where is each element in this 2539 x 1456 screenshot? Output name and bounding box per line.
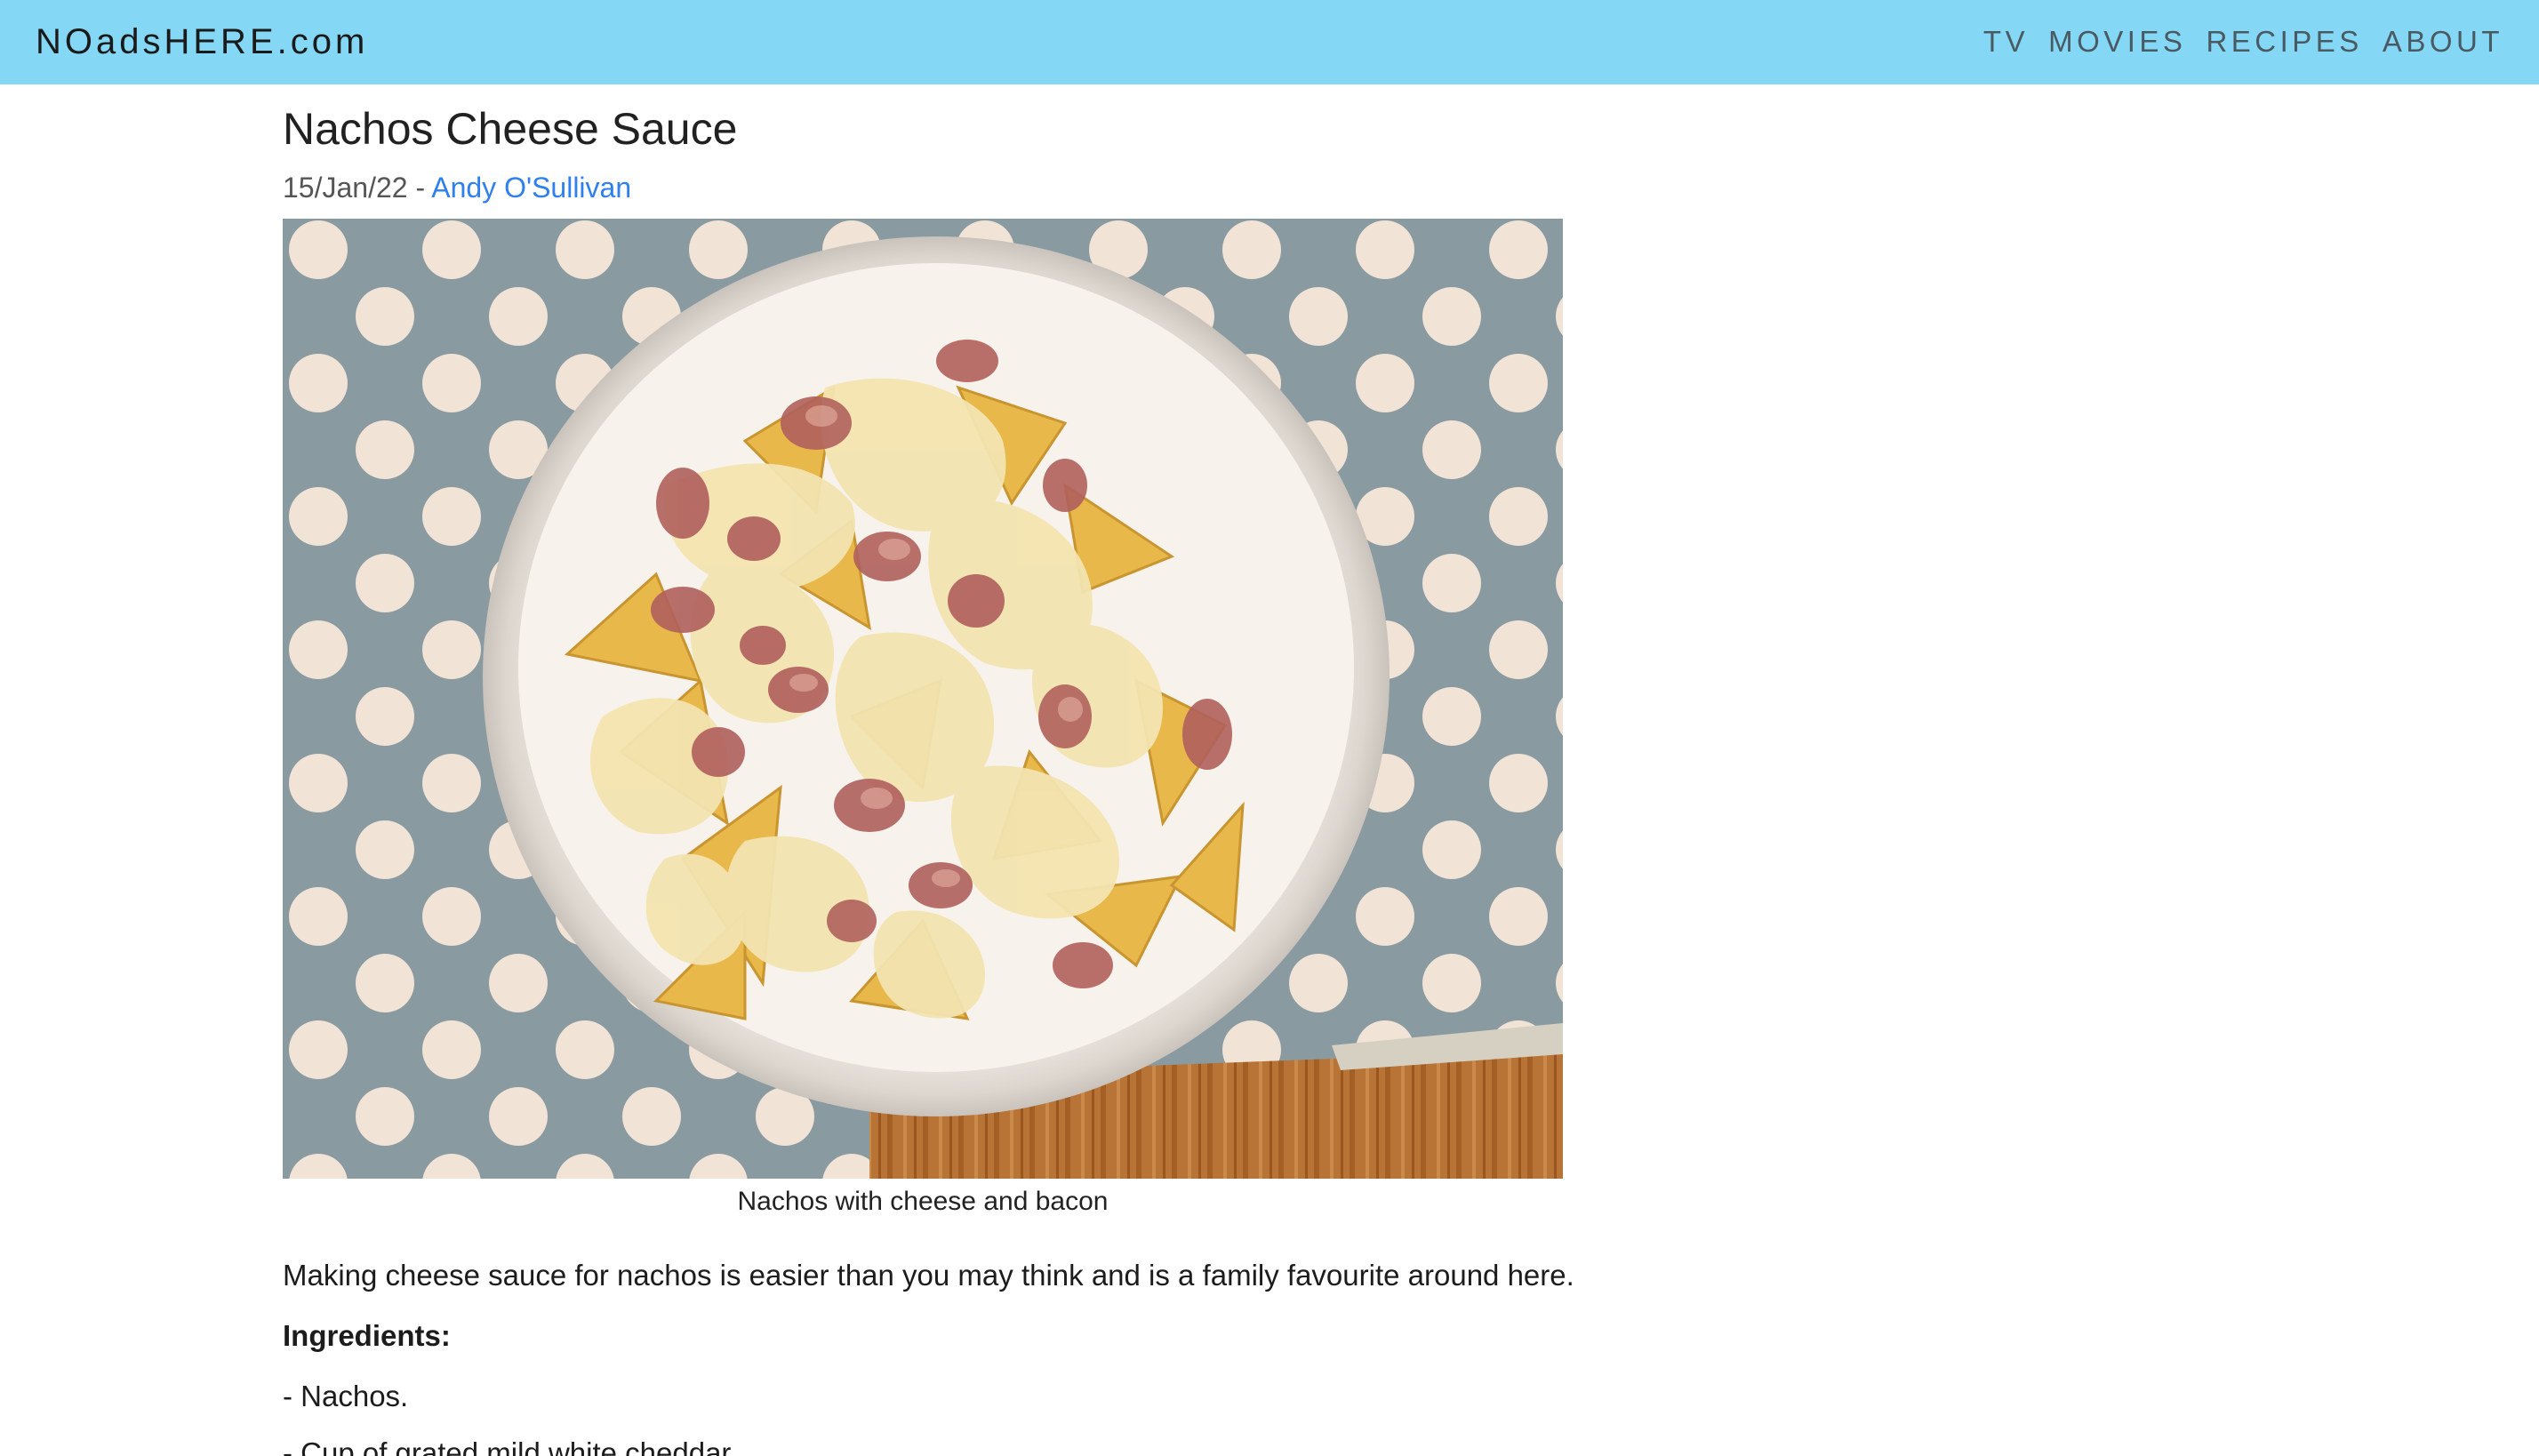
image-caption: Nachos with cheese and bacon xyxy=(737,1187,1109,1216)
article-title: Nachos Cheese Sauce xyxy=(283,104,738,154)
site-logo-link[interactable]: NOadsHERE.com xyxy=(36,19,368,65)
ingredient-item: - Cup of grated mild white cheddar. xyxy=(283,1436,738,1456)
top-navbar: NOadsHERE.com TV MOVIES RECIPES ABOUT xyxy=(0,0,2539,84)
nav-link-tv[interactable]: TV xyxy=(1983,20,2029,63)
intro-paragraph: Making cheese sauce for nachos is easier… xyxy=(283,1259,1574,1292)
hero-image xyxy=(283,219,1563,1179)
meta-separator: - xyxy=(407,172,432,204)
nav-link-about[interactable]: ABOUT xyxy=(2383,20,2503,63)
main-nav: TV MOVIES RECIPES ABOUT xyxy=(1983,20,2503,63)
nav-link-movies[interactable]: MOVIES xyxy=(2048,20,2186,63)
nav-link-recipes[interactable]: RECIPES xyxy=(2206,20,2362,63)
ingredient-item: - Nachos. xyxy=(283,1380,409,1412)
ingredients-heading: Ingredients: xyxy=(283,1319,451,1352)
article-meta: 15/Jan/22 - Andy O'Sullivan xyxy=(283,169,631,206)
author-link[interactable]: Andy O'Sullivan xyxy=(431,172,631,204)
article-date: 15/Jan/22 xyxy=(283,172,408,204)
